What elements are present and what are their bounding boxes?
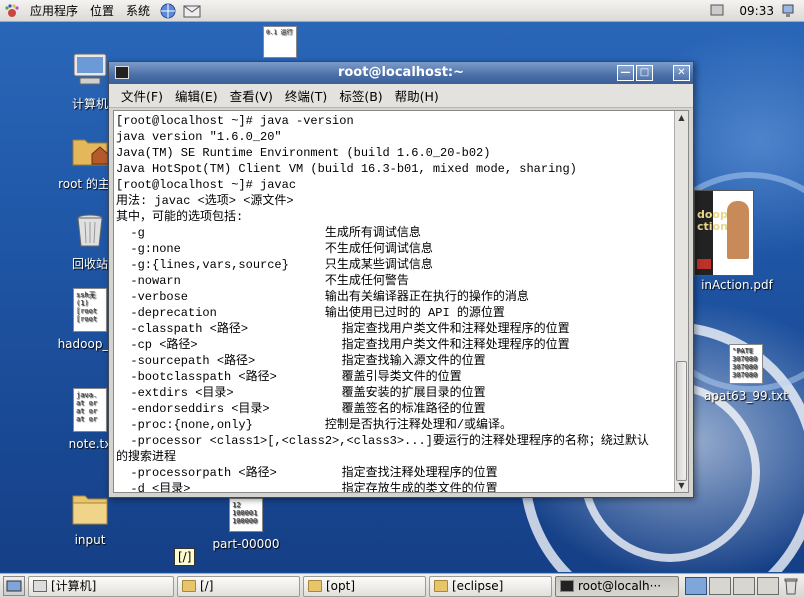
terminal-line: java version "1.6.0_20" — [116, 130, 282, 144]
scroll-up-arrow-icon[interactable]: ▲ — [675, 111, 688, 124]
menu-edit[interactable]: 编辑(E) — [169, 86, 224, 105]
web-browser-icon[interactable] — [158, 2, 178, 20]
terminal-line: [root@localhost ~]# javac — [116, 178, 297, 192]
desktop-icon-label: inAction.pdf — [701, 278, 773, 292]
computer-icon — [73, 53, 107, 85]
home-folder-icon — [72, 139, 109, 166]
terminal-line: -verbose 输出有关编译器正在执行的操作的消息 — [116, 290, 529, 304]
terminal-text: [root@localhost ~]# java -version java ve… — [116, 113, 681, 493]
taskbar-item-opt-folder[interactable]: [opt] — [303, 575, 426, 597]
scroll-down-arrow-icon[interactable]: ▼ — [675, 479, 688, 492]
terminal-line: -processor <class1>[,<class2>,<class3>..… — [116, 434, 649, 448]
terminal-window: root@localhost:~ — □ ✕ 文件(F) 编辑(E) 查看(V)… — [108, 61, 694, 498]
trash-applet-icon[interactable] — [783, 577, 799, 595]
gnome-foot-icon[interactable] — [2, 2, 22, 20]
terminal-line: -cp <路径> 指定查找用户类文件和注释处理程序的位置 — [116, 338, 570, 352]
window-title: root@localhost:~ — [337, 65, 465, 80]
trash-icon — [77, 214, 103, 247]
desktop-icon-label: part-00000 — [212, 537, 280, 551]
terminal-scrollbar[interactable]: ▲ ▼ — [674, 111, 688, 492]
terminal-line: Java(TM) SE Runtime Environment (build 1… — [116, 146, 491, 160]
scrollbar-thumb[interactable] — [676, 361, 687, 481]
terminal-window-icon[interactable] — [115, 66, 129, 79]
text-file-icon: 12 100001 100000 — [229, 498, 263, 532]
folder-icon — [308, 579, 322, 592]
text-file-icon: java. at or at or at or — [73, 388, 107, 432]
top-panel: 应用程序 位置 系统 09:33 — [0, 0, 804, 22]
terminal-icon — [560, 579, 574, 592]
desktop-icon-label: input — [74, 533, 106, 547]
terminal-line: -d <目录> 指定存放生成的类文件的位置 — [116, 482, 498, 493]
terminal-line: -g:none 不生成任何调试信息 — [116, 242, 433, 256]
terminal-line: -proc:{none,only} 控制是否执行注释处理和/或编译。 — [116, 418, 513, 432]
text-file-icon: 0.1 运行 — [263, 26, 297, 58]
network-icon[interactable] — [780, 3, 796, 19]
terminal-line: -bootclasspath <路径> 覆盖引导类文件的位置 — [116, 370, 462, 384]
desktop-icon-input-folder[interactable]: input — [42, 490, 138, 547]
menu-applications[interactable]: 应用程序 — [24, 0, 84, 22]
close-button[interactable]: ✕ — [673, 65, 690, 81]
menu-places[interactable]: 位置 — [84, 0, 120, 22]
terminal-line: -nowarn 不生成任何警告 — [116, 274, 409, 288]
maximize-button[interactable]: □ — [636, 65, 653, 81]
taskbar-item-terminal[interactable]: root@localh··· — [555, 575, 679, 597]
terminal-line: -deprecation 输出使用已过时的 API 的源位置 — [116, 306, 505, 320]
workspace-4[interactable] — [757, 577, 779, 595]
workspace-2[interactable] — [709, 577, 731, 595]
folder-icon — [72, 495, 108, 525]
terminal-line: 的搜索进程 — [116, 450, 177, 464]
terminal-titlebar[interactable]: root@localhost:~ — □ ✕ — [109, 62, 693, 84]
workspace-3[interactable] — [733, 577, 755, 595]
text-file-icon: "PATE 307080 307080 307080 — [729, 344, 763, 384]
mail-icon[interactable] — [182, 2, 202, 20]
terminal-line: 用法: javac <选项> <源文件> — [116, 194, 294, 208]
computer-icon — [33, 579, 47, 592]
folder-icon — [434, 579, 448, 592]
terminal-line: -classpath <路径> 指定查找用户类文件和注释处理程序的位置 — [116, 322, 570, 336]
terminal-output-area[interactable]: [root@localhost ~]# java -version java ve… — [113, 110, 689, 493]
menu-system[interactable]: 系统 — [120, 0, 156, 22]
terminal-line: Java HotSpot(TM) Client VM (build 16.3-b… — [116, 162, 577, 176]
show-desktop-icon[interactable] — [3, 576, 25, 596]
terminal-line: -extdirs <目录> 覆盖安装的扩展目录的位置 — [116, 386, 486, 400]
desktop-icon-apat-file[interactable]: "PATE 307080 307080 307080 apat63_99.txt — [698, 344, 794, 403]
desktop-icon-top-file[interactable]: 0.1 运行 — [232, 26, 328, 61]
taskbar-item-root-folder[interactable]: [/] — [177, 575, 300, 597]
menu-tabs[interactable]: 标签(B) — [333, 86, 388, 105]
terminal-line: -processorpath <路径> 指定查找注释处理程序的位置 — [116, 466, 498, 480]
terminal-line: -g:{lines,vars,source} 只生成某些调试信息 — [116, 258, 433, 272]
terminal-line: -sourcepath <路径> 指定查找输入源文件的位置 — [116, 354, 486, 368]
terminal-line: -g 生成所有调试信息 — [116, 226, 421, 240]
menu-terminal[interactable]: 终端(T) — [279, 86, 333, 105]
taskbar-item-computer[interactable]: [计算机] — [28, 575, 174, 597]
desktop-tooltip: [/] — [174, 548, 196, 566]
menu-file[interactable]: 文件(F) — [115, 86, 169, 105]
pdf-icon: doop ction — [694, 190, 754, 276]
terminal-line: -endorseddirs <目录> 覆盖签名的标准路径的位置 — [116, 402, 486, 416]
workspace-1[interactable] — [685, 577, 707, 595]
bottom-panel: [计算机] [/] [opt] [eclipse] root@localh··· — [0, 573, 804, 598]
text-file-icon: ssh无 (1) [root [root — [73, 288, 107, 332]
clock[interactable]: 09:33 — [739, 0, 774, 22]
volume-icon[interactable] — [710, 3, 724, 17]
terminal-line: [root@localhost ~]# java -version — [116, 114, 354, 128]
terminal-line: 其中，可能的选项包括: — [116, 210, 244, 224]
minimize-button[interactable]: — — [617, 65, 634, 81]
desktop-icon-label: apat63_99.txt — [704, 389, 788, 403]
desktop-icon-pdf[interactable]: doop ction inAction.pdf — [682, 190, 792, 292]
menu-help[interactable]: 帮助(H) — [389, 86, 445, 105]
desktop-icon-part-file[interactable]: 12 100001 100000 part-00000 — [198, 498, 294, 551]
terminal-menubar: 文件(F) 编辑(E) 查看(V) 终端(T) 标签(B) 帮助(H) — [109, 84, 693, 108]
taskbar-item-eclipse-folder[interactable]: [eclipse] — [429, 575, 552, 597]
menu-view[interactable]: 查看(V) — [224, 86, 279, 105]
folder-icon — [182, 579, 196, 592]
